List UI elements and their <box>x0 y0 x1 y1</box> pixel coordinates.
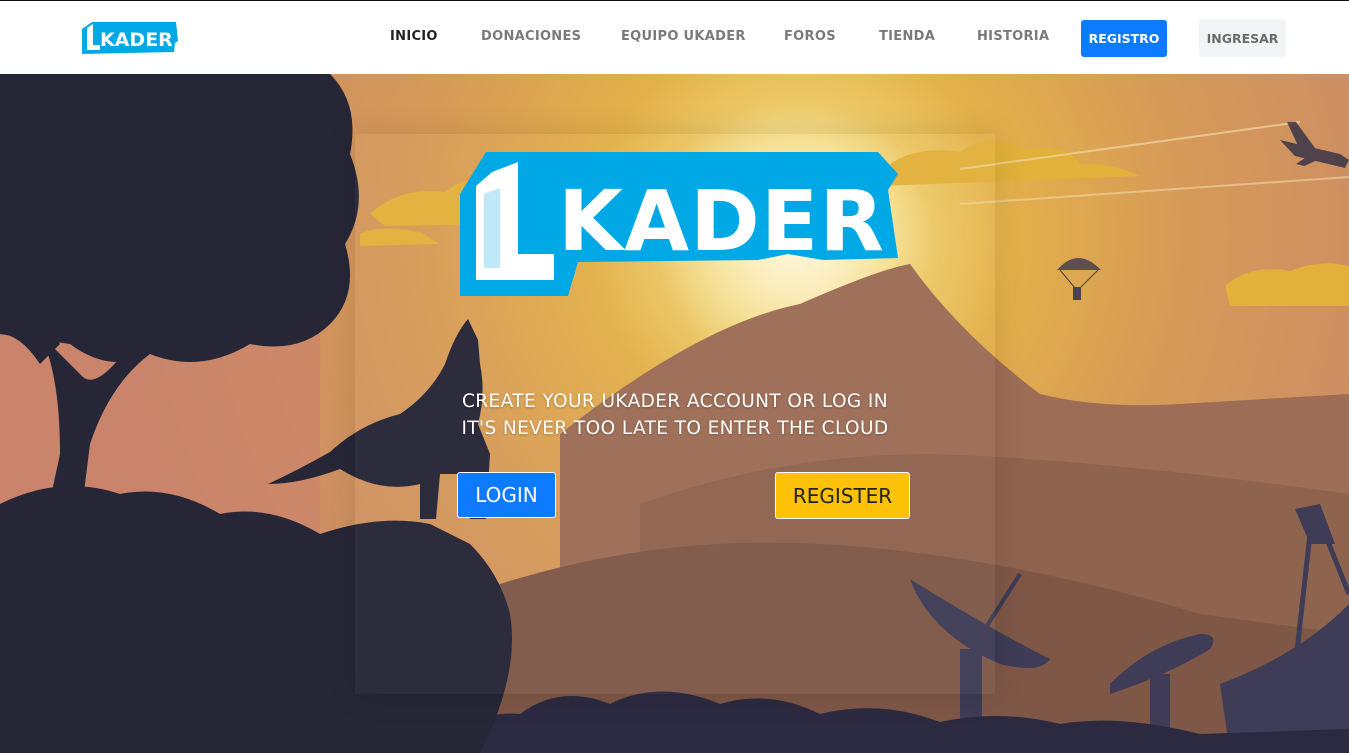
registro-button[interactable]: REGISTRO <box>1081 20 1167 57</box>
top-navbar: KADER INICIO DONACIONES EQUIPO UKADER FO… <box>0 0 1349 74</box>
ingresar-button[interactable]: INGRESAR <box>1199 19 1286 57</box>
nav-historia[interactable]: HISTORIA <box>977 29 1049 44</box>
register-button[interactable]: REGISTER <box>775 472 910 519</box>
nav-equipo-ukader[interactable]: EQUIPO UKADER <box>621 29 746 44</box>
hero-tagline-2: IT'S NEVER TOO LATE TO ENTER THE CLOUD <box>461 418 889 439</box>
hero-section: KADER CREATE YOUR UKADER ACCOUNT OR LOG … <box>0 74 1349 753</box>
nav-foros[interactable]: FOROS <box>784 29 836 44</box>
nav-tienda[interactable]: TIENDA <box>879 29 935 44</box>
ukader-hero-logo: KADER <box>460 152 898 296</box>
nav-donaciones[interactable]: DONACIONES <box>481 29 581 44</box>
hero-tagline-1: CREATE YOUR UKADER ACCOUNT OR LOG IN <box>461 391 889 412</box>
hero-logo-text: KADER <box>558 172 885 270</box>
ukader-logo[interactable]: KADER <box>80 19 178 57</box>
nav-inicio[interactable]: INICIO <box>390 29 438 44</box>
login-button[interactable]: LOGIN <box>457 472 556 518</box>
logo-text: KADER <box>100 29 173 51</box>
